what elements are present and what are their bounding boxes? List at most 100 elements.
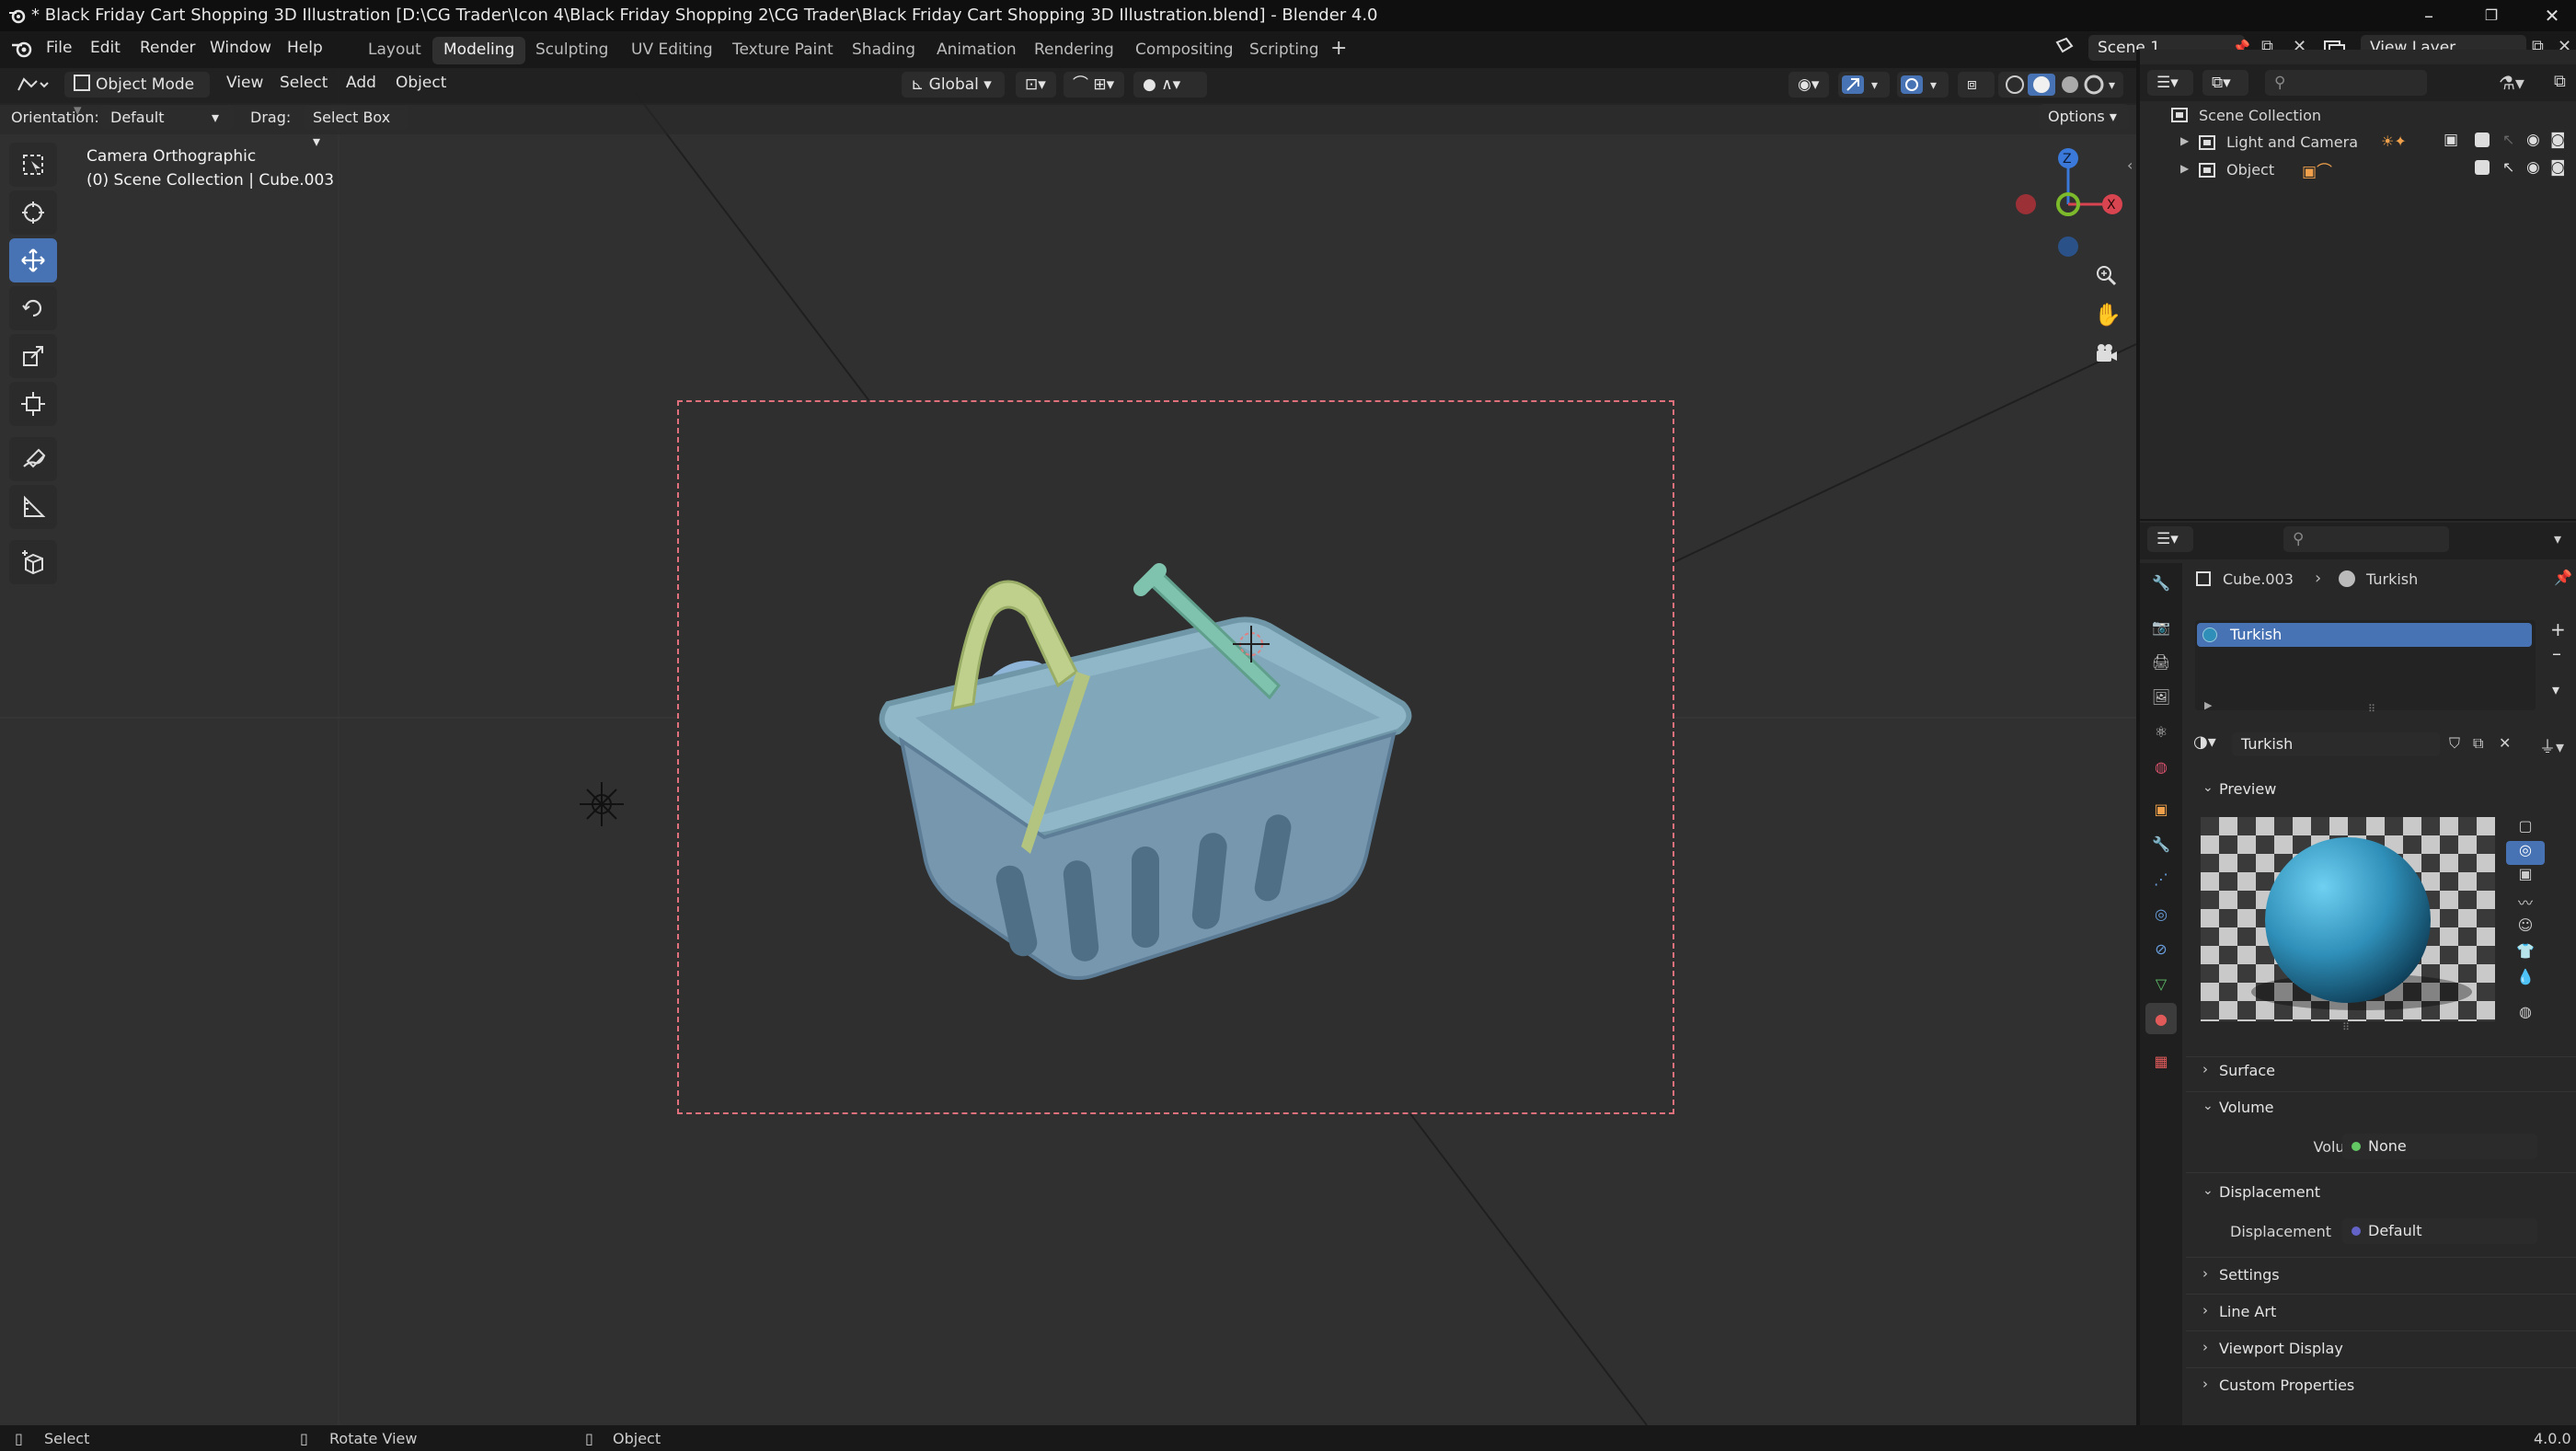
minimize-icon[interactable]: – — [2410, 4, 2447, 28]
unlink-material-icon[interactable]: ✕ — [2499, 734, 2511, 752]
drag-dropdown[interactable]: Select Box ▾ — [304, 106, 408, 150]
include-checkbox[interactable] — [2475, 160, 2490, 175]
tool-tab-icon[interactable]: 🔧 — [2145, 567, 2177, 598]
basket-model[interactable] — [865, 497, 1435, 1021]
menu-file[interactable]: File — [46, 39, 72, 57]
pivot-point-icon[interactable]: ⊡▾ — [1016, 72, 1056, 98]
outliner-search-input[interactable]: ⚲ — [2265, 70, 2427, 96]
blender-menu-icon[interactable] — [11, 39, 33, 59]
zoom-icon[interactable] — [2094, 263, 2118, 287]
menu-view[interactable]: View — [226, 74, 263, 92]
menu-select[interactable]: Select — [280, 74, 328, 92]
tab-shading[interactable]: Shading — [841, 37, 926, 64]
resize-handle-icon[interactable]: ⠿ — [2368, 703, 2375, 715]
volume-panel-header[interactable]: ⌄ Volume — [2195, 1095, 2572, 1123]
expand-icon[interactable]: ▶ — [2204, 699, 2212, 711]
surface-panel-header[interactable]: › Surface — [2195, 1058, 2572, 1086]
scene-collection-label[interactable]: Scene Collection — [2199, 107, 2321, 124]
preview-sphere-icon[interactable]: ◎ — [2506, 841, 2545, 865]
volume-field[interactable]: None — [2342, 1134, 2537, 1159]
scene-icon[interactable] — [2053, 35, 2076, 57]
render-camera-icon[interactable]: ◙ — [2550, 131, 2566, 149]
tab-sculpting[interactable]: Sculpting — [524, 37, 619, 64]
scale-tool-icon[interactable] — [9, 334, 57, 378]
transform-tool-icon[interactable] — [9, 382, 57, 426]
measure-tool-icon[interactable] — [9, 485, 57, 529]
constraints-tab-icon[interactable]: ⊘ — [2145, 933, 2177, 964]
tab-scripting[interactable]: Scripting — [1238, 37, 1330, 64]
add-slot-icon[interactable]: + — [2550, 618, 2566, 640]
restore-icon[interactable]: ❐ — [2473, 4, 2510, 28]
close-icon[interactable]: ✕ — [2534, 4, 2570, 28]
physics-tab-icon[interactable]: ◎ — [2145, 898, 2177, 929]
duplicate-material-icon[interactable]: ⧉ — [2473, 734, 2483, 753]
custom-properties-panel-header[interactable]: › Custom Properties — [2195, 1373, 2572, 1400]
menu-edit[interactable]: Edit — [90, 39, 121, 57]
viewport-display-panel-header[interactable]: › Viewport Display — [2195, 1336, 2572, 1364]
outliner-display-mode-icon[interactable]: ⧉▾ — [2202, 70, 2248, 96]
tab-animation[interactable]: Animation — [926, 37, 1028, 64]
include-checkbox[interactable] — [2475, 132, 2490, 147]
tab-texture-paint[interactable]: Texture Paint — [721, 37, 845, 64]
preview-monkey-icon[interactable]: ☺ — [2506, 916, 2545, 942]
selectable-icon[interactable]: ↖ — [2502, 131, 2514, 148]
properties-editor-type-icon[interactable]: ☰▾ — [2147, 526, 2193, 552]
render-camera-icon[interactable]: ◙ — [2550, 158, 2566, 177]
scene-tab-icon[interactable]: ⚛ — [2145, 716, 2177, 747]
properties-options-icon[interactable]: ▾ — [2554, 530, 2561, 547]
line-art-panel-header[interactable]: › Line Art — [2195, 1299, 2572, 1327]
camera-view-icon[interactable] — [2094, 342, 2118, 366]
xray-icon[interactable]: ⧈ — [1958, 72, 1995, 98]
displacement-field[interactable]: Default — [2342, 1218, 2537, 1244]
remove-slot-icon[interactable]: – — [2552, 642, 2561, 664]
menu-help[interactable]: Help — [287, 39, 323, 57]
tab-layout[interactable]: Layout — [357, 37, 432, 64]
resize-handle-icon[interactable]: ⠿ — [2342, 1021, 2350, 1033]
navigation-gizmo[interactable]: Z X — [2006, 144, 2134, 263]
properties-search-input[interactable]: ⚲ — [2283, 526, 2449, 552]
preview-cube-icon[interactable]: ▣ — [2506, 865, 2545, 891]
view-layer-tab-icon[interactable]: 🖼 — [2145, 681, 2177, 712]
selectable-icon[interactable]: ↖ — [2502, 158, 2514, 176]
material-tab-icon[interactable]: ● — [2145, 1003, 2177, 1034]
object-tab-icon[interactable]: ▣ — [2145, 793, 2177, 824]
render-tab-icon[interactable]: 📷 — [2145, 611, 2177, 642]
tab-rendering[interactable]: Rendering — [1023, 37, 1125, 64]
annotate-tool-icon[interactable] — [9, 437, 57, 481]
sidebar-toggle-icon[interactable]: ‹ — [2127, 156, 2133, 174]
menu-add[interactable]: Add — [346, 74, 376, 92]
proportional-editing-icon[interactable]: ● ∧▾ — [1133, 72, 1207, 98]
menu-window[interactable]: Window — [210, 39, 271, 57]
expand-icon[interactable]: ▶ — [2180, 162, 2189, 175]
orientation-dropdown[interactable]: Default ▾ — [101, 106, 234, 130]
outliner-row-light-camera[interactable]: ▶ Light and Camera ☀✦ ▣ ↖ ◉ ◙ — [2140, 131, 2576, 158]
data-tab-icon[interactable]: ▽ — [2145, 968, 2177, 999]
outliner-row-object[interactable]: ▶ Object ▣⌒ ↖ ◉ ◙ — [2140, 158, 2576, 186]
filter-icon[interactable]: ⚗▾ — [2499, 72, 2524, 94]
outliner-editor-type-icon[interactable]: ☰▾ — [2147, 70, 2193, 96]
menu-object[interactable]: Object — [396, 74, 446, 92]
visibility-icon[interactable]: ◉▾ — [1788, 72, 1829, 98]
exclude-icon[interactable]: ▣ — [2444, 131, 2458, 149]
overlays-toggle-icon[interactable]: ▾ — [1897, 72, 1949, 98]
preview-world-icon[interactable]: ◍ — [2506, 1003, 2545, 1029]
browse-material-icon[interactable]: ◑▾ — [2193, 732, 2216, 752]
preview-flat-icon[interactable]: ▢ — [2506, 817, 2545, 841]
displacement-panel-header[interactable]: ⌄ Displacement — [2195, 1180, 2572, 1207]
material-name-field[interactable]: Turkish — [2232, 732, 2440, 756]
modifier-tab-icon[interactable]: 🔧 — [2145, 828, 2177, 859]
material-slot-row[interactable]: Turkish — [2197, 623, 2532, 647]
texture-tab-icon[interactable]: ▦ — [2145, 1045, 2177, 1077]
node-link-icon[interactable]: ⏚▾ — [2539, 734, 2564, 758]
expand-icon[interactable]: ▶ — [2180, 134, 2189, 147]
preview-cloth-icon[interactable]: 👕 — [2506, 942, 2545, 968]
options-dropdown[interactable]: Options ▾ — [2039, 104, 2129, 130]
add-cube-tool-icon[interactable] — [9, 540, 57, 584]
eye-icon[interactable]: ◉ — [2526, 158, 2540, 177]
select-box-tool-icon[interactable] — [9, 143, 57, 187]
output-tab-icon[interactable]: 🖨 — [2145, 646, 2177, 677]
tab-uv-editing[interactable]: UV Editing — [620, 37, 724, 64]
tab-modeling[interactable]: Modeling — [432, 37, 526, 64]
pan-hand-icon[interactable]: ✋ — [2094, 302, 2122, 328]
slot-specials-icon[interactable]: ▾ — [2552, 681, 2559, 698]
